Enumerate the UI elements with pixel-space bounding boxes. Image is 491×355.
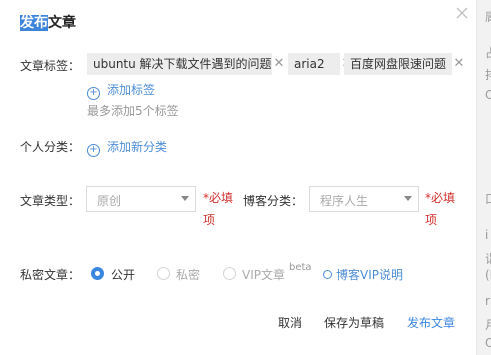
tags-label: 文章标签： <box>20 59 81 73</box>
vip-info-link[interactable]: 博客VIP说明 <box>323 266 403 283</box>
close-icon-glyph <box>456 7 468 19</box>
background-text: (E <box>485 268 491 282</box>
add-category-button[interactable]: + 添加新分类 <box>87 138 167 157</box>
background-text: r <box>485 294 490 308</box>
cancel-button[interactable]: 取消 <box>278 314 302 331</box>
add-category-label: 添加新分类 <box>107 140 168 154</box>
background-text: 排 <box>485 66 491 83</box>
plus-circle-icon: + <box>87 144 100 157</box>
save-draft-button[interactable]: 保存为草稿 <box>324 314 384 331</box>
article-type-label: 文章类型： <box>20 194 81 208</box>
radio-vip-label: VIP文章 <box>242 268 285 282</box>
plus-circle-icon: + <box>87 87 100 100</box>
background-text: 庸 <box>485 8 491 25</box>
chevron-down-icon <box>181 196 189 201</box>
tag-chip: ubuntu 解决下载文件遇到的问题 <box>87 53 272 75</box>
chevron-down-icon <box>404 196 412 201</box>
add-tag-label: 添加标签 <box>107 83 156 97</box>
tag-chip: aria2 <box>288 53 340 75</box>
radio-public[interactable] <box>91 267 104 280</box>
vip-info-label: 博客VIP说明 <box>336 268 403 282</box>
beta-badge: beta <box>289 262 312 273</box>
tag-remove-icon[interactable]: ✕ <box>452 53 466 75</box>
tag-chip: 百度网盘限速问题 <box>344 53 452 75</box>
article-type-value: 原创 <box>97 194 122 208</box>
add-tag-button[interactable]: + 添加标签 <box>87 81 155 100</box>
background-text: C <box>485 88 491 102</box>
dialog-title-selected: 发布 <box>20 15 48 31</box>
blog-category-select[interactable]: 程序人生 <box>309 186 419 212</box>
close-icon[interactable] <box>454 6 470 22</box>
category-label: 个人分类： <box>20 140 81 154</box>
publish-button[interactable]: 发布文章 <box>407 314 455 331</box>
article-type-required: *必填项 <box>203 191 234 227</box>
tag-remove-icon[interactable]: ✕ <box>272 53 286 75</box>
radio-vip[interactable] <box>223 267 236 280</box>
background-page-strip: 庸 占 排 C 口 i 诣 (E r 月 O <box>476 0 491 355</box>
background-text: 口 <box>485 190 491 207</box>
radio-private-label: 私密 <box>176 268 201 282</box>
dialog-title: 发布文章 <box>20 12 76 32</box>
blog-category-value: 程序人生 <box>320 194 369 208</box>
article-type-select[interactable]: 原创 <box>86 186 196 212</box>
tags-hint: 最多添加5个标签 <box>87 104 179 118</box>
background-text: 占 <box>485 44 491 61</box>
background-text: i <box>485 228 489 242</box>
background-text: 诣 <box>485 250 491 267</box>
dialog-title-rest: 文章 <box>48 15 76 31</box>
info-icon <box>323 270 332 279</box>
radio-public-label: 公开 <box>111 268 136 282</box>
radio-private[interactable] <box>157 267 170 280</box>
background-text: O <box>485 336 491 350</box>
blog-category-label: 博客分类： <box>243 194 304 208</box>
background-text: 月 <box>485 316 491 333</box>
blog-category-required: *必填项 <box>425 191 456 227</box>
privacy-label: 私密文章： <box>20 268 81 282</box>
